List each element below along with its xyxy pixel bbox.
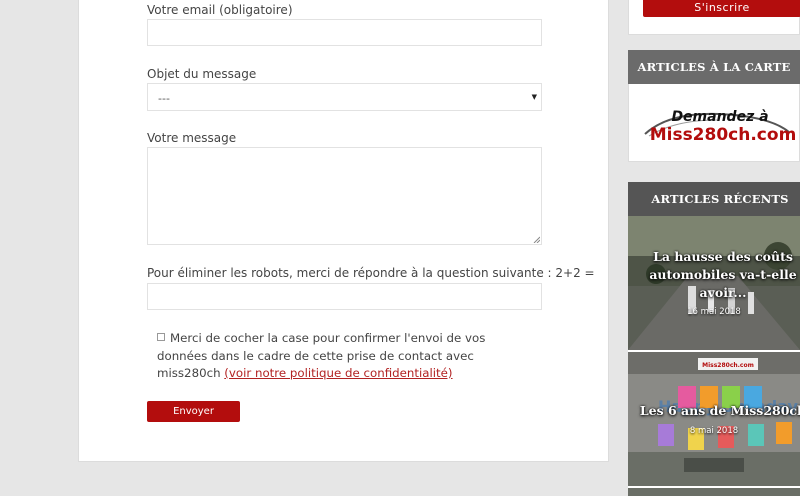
ad-banner[interactable]: Demandez à Miss280ch.com [628,84,800,162]
message-label: Votre message [147,131,237,145]
dropdown-arrow-icon: ▼ [531,93,537,101]
carte-widget-heading: ARTICLES À LA CARTE [628,50,800,84]
signup-button[interactable]: S'inscrire [643,0,800,17]
resize-grip-icon[interactable] [533,236,540,243]
recent-article-1[interactable]: La hausse des coûts automobiles va-t-ell… [628,216,800,350]
article-1-title-line1: La hausse des coûts [653,249,793,264]
robot-answer-field[interactable] [147,283,542,310]
article-2-title: Les 6 ans de Miss280ch [639,403,800,418]
subject-select[interactable]: --- ▼ [147,83,542,111]
article-1-date: 16 mai 2018 [687,307,741,317]
ad-line1: Demandez à [671,109,768,125]
email-field[interactable] [147,19,542,46]
subject-selected-value: --- [158,92,170,105]
email-label: Votre email (obligatoire) [147,3,293,17]
ad-logo-image: Demandez à Miss280ch.com [644,109,797,145]
ad-line2: Miss280ch.com [650,125,797,145]
privacy-policy-link[interactable]: (voir notre politique de confidentialité… [224,366,452,380]
newsletter-widget: S'inscrire [628,0,800,35]
article-1-title-line2: automobiles va-t-elle [649,267,797,282]
message-textarea[interactable] [147,147,542,245]
consent-checkbox[interactable] [157,333,165,341]
robot-question-label: Pour éliminer les robots, merci de répon… [147,266,595,280]
recent-widget-heading: ARTICLES RÉCENTS [628,182,800,216]
article-2-date: 8 mai 2018 [689,426,739,436]
article-2-banner: Miss280ch.com [702,362,754,369]
recent-article-3-peek[interactable] [628,488,800,496]
consent-block: Merci de cocher la case pour confirmer l… [157,330,527,383]
submit-button[interactable]: Envoyer [147,401,240,422]
article-1-title-line3: avoir... [699,285,747,300]
contact-form-panel: Votre email (obligatoire) Objet du messa… [78,0,609,462]
subject-label: Objet du message [147,67,257,81]
sidebar: S'inscrire ARTICLES À LA CARTE Demandez … [628,0,800,496]
recent-article-2[interactable]: Miss280ch.com Happy Birthday Les 6 ans d… [628,352,800,486]
